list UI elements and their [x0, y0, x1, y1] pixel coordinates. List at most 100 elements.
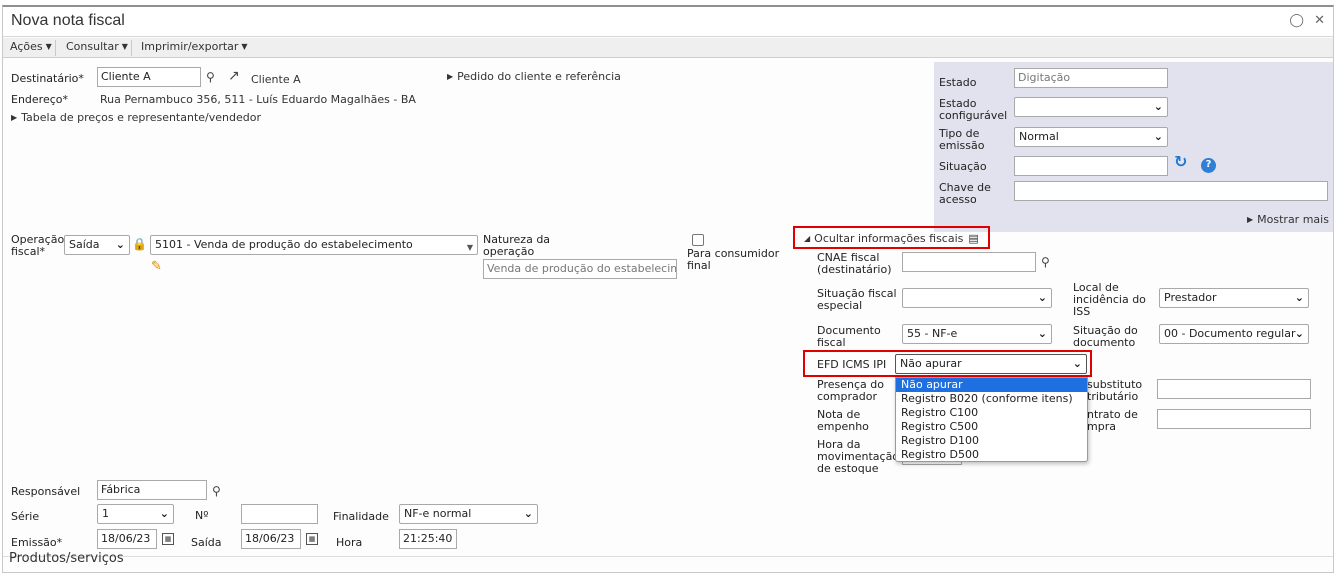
- efd-option[interactable]: Não apurar: [896, 378, 1087, 392]
- local-incidencia-iss-select[interactable]: Prestador ⌄: [1159, 288, 1309, 308]
- destinatario-label: Destinatário*: [11, 72, 84, 85]
- contrato-compra-label: ntrato de mpra: [1087, 408, 1138, 433]
- consumidor-final-checkbox[interactable]: [692, 234, 704, 246]
- chevron-down-icon: ⌄: [523, 507, 533, 520]
- operacao-tipo-select[interactable]: Saída ⌄: [64, 235, 130, 255]
- numero-input[interactable]: [241, 504, 318, 524]
- situacao-documento-select[interactable]: 00 - Documento regular ⌄: [1159, 324, 1309, 344]
- chave-acesso-label: Chave de acesso: [939, 181, 991, 206]
- menu-bar: Ações ▼ Consultar ▼ Imprimir/exportar ▼: [3, 38, 1333, 58]
- hora-input[interactable]: 21:25:40: [399, 529, 457, 549]
- serie-label: Série: [11, 510, 40, 523]
- caret-down-icon: ▼: [45, 42, 52, 51]
- efd-icms-ipi-label: EFD ICMS IPI: [817, 358, 887, 371]
- pedido-cliente-link[interactable]: ▶ Pedido do cliente e referência: [447, 70, 621, 83]
- efd-option[interactable]: Registro D100: [896, 434, 1087, 448]
- open-external-icon[interactable]: ↗: [228, 69, 240, 83]
- calendar-icon[interactable]: ▦: [306, 533, 318, 545]
- situacao-label: Situação: [939, 160, 987, 173]
- estado-label: Estado: [939, 76, 977, 89]
- situacao-fiscal-especial-select[interactable]: ⌄: [902, 288, 1052, 308]
- substituto-tributario-label: substituto tributário: [1087, 378, 1143, 403]
- efd-options-dropdown: Não apurar Registro B020 (conforme itens…: [895, 377, 1088, 462]
- emissao-label: Emissão*: [11, 536, 63, 549]
- finalidade-select[interactable]: NF-e normal ⌄: [399, 504, 538, 524]
- saida-input[interactable]: 18/06/23: [241, 529, 301, 549]
- consumidor-final-label: Para consumidor final: [687, 247, 780, 272]
- serie-select[interactable]: 1 ⌄: [97, 504, 174, 524]
- caret-right-icon: ▶: [447, 72, 454, 81]
- comment-icon[interactable]: ◯: [1289, 13, 1304, 28]
- chevron-down-icon: ⌄: [1153, 130, 1163, 143]
- caret-down-icon: ◢: [804, 234, 811, 243]
- caret-down-icon: ▼: [121, 42, 128, 51]
- efd-option[interactable]: Registro D500: [896, 448, 1087, 462]
- nota-empenho-label: Nota de empenho: [817, 408, 869, 433]
- close-icon[interactable]: ✕: [1314, 13, 1325, 28]
- nota-fiscal-window: Nova nota fiscal ◯ ✕ Ações ▼ Consultar ▼ I…: [2, 5, 1334, 573]
- tipo-emissao-label: Tipo de emissão: [939, 127, 985, 152]
- efd-option[interactable]: Registro C100: [896, 406, 1087, 420]
- contrato-compra-input[interactable]: [1157, 409, 1311, 429]
- estado-configuravel-label: Estado configurável: [939, 97, 1008, 122]
- documento-fiscal-label: Documento fiscal: [817, 324, 881, 349]
- efd-option[interactable]: Registro C500: [896, 420, 1087, 434]
- window-title: Nova nota fiscal: [11, 12, 125, 29]
- operacao-fiscal-label: Operação fiscal*: [11, 233, 65, 258]
- chevron-down-icon: ⌄: [1153, 100, 1163, 113]
- calendar-icon[interactable]: ▦: [162, 533, 174, 545]
- chevron-down-icon: ⌄: [1037, 327, 1047, 340]
- destinatario-input[interactable]: Cliente A: [97, 67, 201, 87]
- caret-right-icon: ▶: [11, 113, 18, 122]
- chevron-down-icon: ⌄: [159, 507, 169, 520]
- situacao-documento-label: Situação do documento: [1073, 324, 1138, 349]
- efd-option[interactable]: Registro B020 (conforme itens): [896, 392, 1087, 406]
- hora-label: Hora: [336, 536, 363, 549]
- saida-label: Saída: [191, 536, 222, 549]
- cnae-label: CNAE fiscal (destinatário): [817, 251, 892, 276]
- chevron-down-icon: ⌄: [1072, 357, 1082, 370]
- responsavel-input[interactable]: Fábrica: [97, 480, 207, 500]
- emissao-input[interactable]: 18/06/23: [97, 529, 157, 549]
- caret-down-icon: ▼: [241, 42, 248, 51]
- tabela-precos-link[interactable]: ▶ Tabela de preços e representante/vended…: [11, 111, 261, 124]
- chevron-down-icon: ⌄: [1294, 327, 1304, 340]
- documento-fiscal-select[interactable]: 55 - NF-e ⌄: [902, 324, 1052, 344]
- natureza-operacao-label: Natureza da operação: [483, 233, 551, 258]
- substituto-tributario-input[interactable]: [1157, 379, 1311, 399]
- document-icon: ▤: [968, 232, 979, 245]
- status-panel: Estado Digitação Estado configurável ⌄ T…: [934, 62, 1333, 232]
- endereco-value: Rua Pernambuco 356, 511 - Luís Eduardo M…: [100, 93, 416, 106]
- help-icon[interactable]: ?: [1201, 158, 1216, 173]
- hora-movimentacao-label: Hora da movimentação de estoque: [817, 438, 900, 475]
- window-titlebar: Nova nota fiscal ◯ ✕: [3, 7, 1333, 37]
- cliente-link[interactable]: Cliente A: [251, 73, 301, 86]
- situacao-input: [1014, 156, 1168, 176]
- presenca-comprador-label: Presença do comprador: [817, 378, 884, 403]
- cnae-input[interactable]: [902, 252, 1036, 272]
- pencil-icon[interactable]: ✎: [151, 260, 162, 274]
- chevron-down-icon: ⌄: [1037, 291, 1047, 304]
- ocultar-informacoes-fiscais-toggle[interactable]: ◢ Ocultar informações fiscais ▤: [804, 232, 979, 245]
- section-divider: [3, 556, 1333, 557]
- estado-input: Digitação: [1014, 68, 1168, 88]
- menu-acoes[interactable]: Ações ▼: [7, 40, 56, 56]
- chave-acesso-input: [1014, 181, 1328, 201]
- menu-imprimir-exportar[interactable]: Imprimir/exportar ▼: [138, 40, 251, 56]
- tipo-emissao-select[interactable]: Normal ⌄: [1014, 127, 1168, 147]
- endereco-label: Endereço*: [11, 93, 68, 106]
- search-icon[interactable]: ⚲: [212, 484, 221, 498]
- natureza-operacao-input[interactable]: Venda de produção do estabelecime: [483, 259, 677, 279]
- mostrar-mais-link[interactable]: ▶ Mostrar mais: [1247, 213, 1329, 226]
- caret-down-icon: ▼: [466, 243, 473, 252]
- refresh-icon[interactable]: ↻: [1174, 154, 1187, 170]
- menu-consultar[interactable]: Consultar ▼: [63, 40, 132, 56]
- cfop-select[interactable]: 5101 - Venda de produção do estabelecime…: [150, 235, 478, 255]
- produtos-servicos-heading: Produtos/serviços: [9, 551, 124, 566]
- chevron-down-icon: ⌄: [115, 238, 125, 251]
- estado-configuravel-select[interactable]: ⌄: [1014, 97, 1168, 117]
- situacao-fiscal-especial-label: Situação fiscal especial: [817, 287, 897, 312]
- efd-icms-ipi-select[interactable]: Não apurar ⌄: [895, 354, 1087, 374]
- search-icon[interactable]: ⚲: [206, 70, 215, 84]
- search-icon[interactable]: ⚲: [1041, 255, 1050, 269]
